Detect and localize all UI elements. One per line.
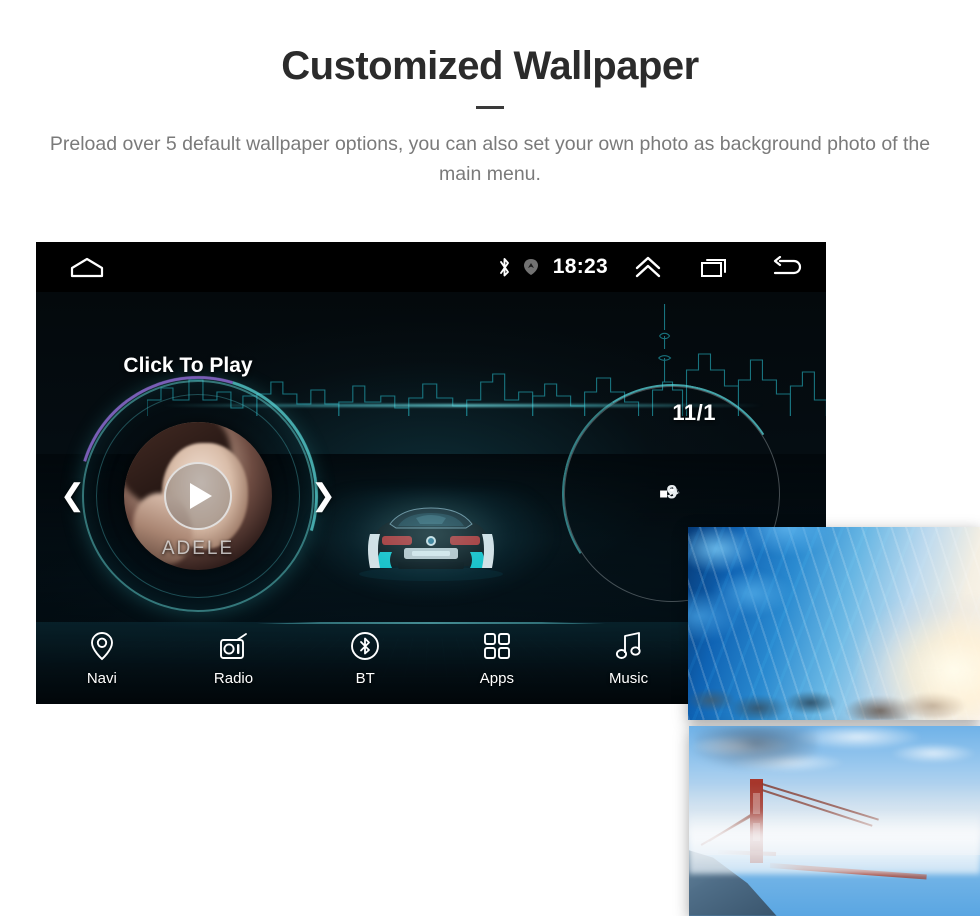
dock-label-bt: BT: [355, 670, 375, 687]
bluetooth-icon[interactable]: [497, 256, 512, 279]
golden-gate-bridge-wallpaper[interactable]: [689, 726, 980, 916]
ice-cave-wallpaper[interactable]: [688, 527, 980, 720]
music-note-icon: [615, 630, 643, 662]
dock-item-apps[interactable]: Apps: [431, 630, 563, 687]
dock-label-radio: Radio: [213, 670, 254, 687]
apps-grid-icon: [483, 630, 511, 662]
recents-icon[interactable]: [700, 256, 730, 278]
home-icon[interactable]: [70, 256, 104, 278]
dock-item-bt[interactable]: BT: [299, 630, 431, 687]
status-bar: 18:23: [36, 242, 826, 292]
location-pin-icon: [89, 630, 115, 662]
album-artist-label: ADELE: [161, 538, 235, 559]
dock-label-apps: Apps: [479, 670, 514, 687]
page-subtitle: Preload over 5 default wallpaper options…: [49, 133, 931, 186]
dock-item-music[interactable]: Music: [563, 630, 695, 687]
bluetooth-circle-icon: [350, 630, 380, 662]
play-triangle: [190, 483, 212, 509]
device-screenshot: 18:23 11/1 Click To Play ADELE ❮ 9 Navi …: [36, 242, 980, 916]
dock-item-radio[interactable]: Radio: [168, 630, 300, 687]
date-label: 11/1: [672, 400, 716, 425]
status-bar-right: 18:23: [497, 255, 802, 279]
dock-label-music: Music: [608, 670, 649, 687]
back-arrow-icon[interactable]: [770, 256, 802, 278]
chevron-up-icon[interactable]: [634, 255, 662, 279]
gps-icon[interactable]: [523, 258, 539, 276]
dock-item-navi[interactable]: Navi: [36, 630, 168, 687]
dock-label-navi: Navi: [86, 670, 117, 687]
ice-cave-light: [857, 596, 980, 717]
page-header: Customized Wallpaper Preload over 5 defa…: [0, 0, 980, 189]
bridge-fog: [689, 809, 980, 875]
status-bar-clock: 18:23: [552, 255, 608, 278]
car-graphic: [306, 482, 556, 600]
bridge-dark-cloud: [694, 726, 818, 768]
play-icon[interactable]: [164, 462, 232, 530]
media-player-widget[interactable]: ADELE ❮ ❯: [36, 333, 361, 659]
title-divider: [476, 106, 504, 109]
car-headlight-glow: [306, 490, 556, 600]
click-to-play-label: Click To Play: [123, 354, 253, 377]
radio-icon: [219, 630, 249, 662]
gauge-value: 9: [665, 482, 679, 506]
chevron-left-icon[interactable]: ❮: [60, 481, 85, 511]
page-title: Customized Wallpaper: [281, 44, 699, 88]
